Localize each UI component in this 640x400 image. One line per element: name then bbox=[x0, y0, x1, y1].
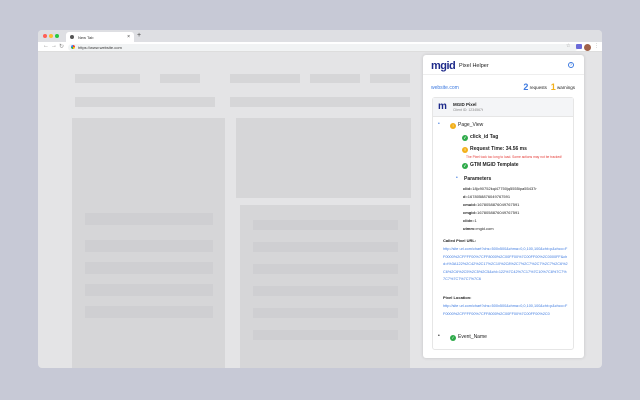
skeleton-block bbox=[160, 74, 200, 83]
pixel-card: m MGID Pixel Client ID: 1234567t • ! Page… bbox=[432, 97, 574, 350]
param-value: 1678058876049767591 bbox=[467, 194, 511, 199]
param-key: clidv bbox=[463, 218, 473, 223]
param-key: cmgid bbox=[463, 210, 475, 215]
skeleton-block bbox=[236, 118, 411, 198]
tab-bar: New Tab × + bbox=[38, 30, 602, 42]
param-key: utmm bbox=[463, 226, 474, 231]
stats: 2 requests 1 warnings bbox=[523, 82, 575, 92]
param-value: 1678058876049767591 bbox=[477, 210, 520, 215]
forward-icon[interactable]: → bbox=[51, 43, 57, 49]
param-value: 1678058876049767591 bbox=[477, 202, 520, 207]
check-label: click_id Tag bbox=[470, 134, 499, 140]
expand-toggle[interactable]: • bbox=[456, 175, 458, 181]
skeleton-block bbox=[253, 242, 398, 252]
check-icon: ✓ bbox=[450, 335, 456, 341]
minimize-window-icon[interactable] bbox=[49, 34, 53, 38]
param-row: cmgid=1678058876049767591 bbox=[463, 210, 520, 215]
check-icon: ✓ bbox=[462, 135, 468, 141]
warning-icon: ! bbox=[450, 123, 456, 129]
requests-label: requests bbox=[529, 85, 547, 90]
param-row: d=1678058876049767591 bbox=[463, 194, 511, 199]
param-row: clidv=1 bbox=[463, 218, 477, 223]
check-label: GTM MGID Template bbox=[470, 162, 519, 168]
expand-toggle[interactable]: • bbox=[438, 121, 440, 127]
pixel-helper-panel: mgid Pixel Helper ? website.com 2 reques… bbox=[423, 55, 584, 358]
skeleton-block bbox=[370, 74, 410, 83]
param-row: utmm=mgid.com bbox=[463, 226, 494, 231]
extension-icon[interactable] bbox=[576, 44, 582, 49]
globe-icon bbox=[70, 35, 74, 39]
called-url-link[interactable]: http://site url.com/chart?chs=500x500&ch… bbox=[443, 246, 568, 284]
skeleton-block bbox=[253, 264, 398, 274]
menu-icon[interactable]: ⋮ bbox=[594, 43, 599, 49]
maximize-window-icon[interactable] bbox=[55, 34, 59, 38]
called-url-label: Called Pixel URL: bbox=[443, 238, 477, 243]
param-value: 18jc90752kqi47750jq5555ipa55437r bbox=[472, 186, 537, 191]
parameters-title: Parameters bbox=[464, 176, 492, 182]
skeleton-block bbox=[230, 74, 300, 83]
mgid-m-icon: m bbox=[438, 101, 447, 112]
skeleton-block bbox=[85, 284, 213, 296]
check-label: Request Time: 34.56 ms bbox=[470, 146, 527, 152]
url-input[interactable]: https://www.website.com bbox=[68, 43, 578, 51]
skeleton-block bbox=[253, 308, 398, 318]
expand-toggle[interactable]: • bbox=[438, 333, 440, 339]
skeleton-block bbox=[85, 240, 213, 252]
skeleton-block bbox=[253, 220, 398, 230]
client-id: Client ID: 1234567t bbox=[453, 108, 483, 112]
param-key: d bbox=[463, 194, 466, 199]
new-tab-button[interactable]: + bbox=[137, 32, 141, 39]
close-window-icon[interactable] bbox=[43, 34, 47, 38]
param-value: 1 bbox=[474, 218, 477, 223]
panel-title: Pixel Helper bbox=[459, 63, 489, 69]
reload-icon[interactable]: ↻ bbox=[59, 43, 64, 50]
warning-icon: ! bbox=[462, 147, 468, 153]
tab-new-tab[interactable]: New Tab × bbox=[66, 32, 134, 42]
skeleton-block bbox=[75, 97, 215, 107]
skeleton-block bbox=[253, 286, 398, 296]
google-icon bbox=[71, 45, 75, 49]
skeleton-block bbox=[230, 97, 410, 107]
param-value: mgid.com bbox=[476, 226, 494, 231]
bookmark-icon[interactable]: ☆ bbox=[566, 43, 570, 49]
skeleton-block bbox=[85, 306, 213, 318]
event-page-view[interactable]: ! Page_View bbox=[450, 122, 483, 129]
check-row: ! Request Time: 34.56 ms bbox=[462, 146, 527, 153]
skeleton-block bbox=[85, 262, 213, 274]
param-key: cmuid bbox=[463, 202, 475, 207]
pixel-location-label: Pixel Location: bbox=[443, 295, 472, 300]
avatar[interactable] bbox=[584, 43, 591, 51]
param-row: cmuid=1678058876049767591 bbox=[463, 202, 520, 207]
warnings-count: 1 bbox=[550, 82, 556, 92]
back-icon[interactable]: ← bbox=[43, 43, 49, 49]
site-link[interactable]: website.com bbox=[431, 85, 459, 91]
close-tab-icon[interactable]: × bbox=[127, 34, 130, 40]
requests-count: 2 bbox=[523, 82, 529, 92]
error-message: The Pixel took too long to load. Some ac… bbox=[466, 155, 563, 159]
skeleton-block bbox=[85, 213, 213, 225]
mgid-logo: mgid bbox=[431, 60, 456, 72]
check-icon: ✓ bbox=[462, 163, 468, 169]
event-event-name[interactable]: ✓ Event_Name bbox=[450, 334, 487, 341]
check-row: ✓ GTM MGID Template bbox=[462, 162, 519, 169]
address-bar-row: ← → ↻ https://www.website.com ☆ ⋮ bbox=[38, 42, 602, 52]
pixel-title: MGID Pixel bbox=[453, 102, 477, 107]
event-name: Page_View bbox=[458, 122, 484, 128]
event-name: Event_Name bbox=[458, 334, 487, 340]
help-icon[interactable]: ? bbox=[568, 62, 574, 68]
pixel-location-link[interactable]: http://site url.com/chart?chs=500x500&ch… bbox=[443, 303, 568, 318]
check-row: ✓ click_id Tag bbox=[462, 134, 498, 141]
skeleton-block bbox=[253, 330, 398, 340]
skeleton-block bbox=[310, 74, 360, 83]
skeleton-block bbox=[75, 74, 140, 83]
param-key: clid bbox=[463, 186, 470, 191]
param-row: clid=18jc90752kqi47750jq5555ipa55437r bbox=[463, 186, 537, 191]
warnings-label: warnings bbox=[556, 85, 575, 90]
tab-title: New Tab bbox=[78, 35, 94, 40]
url-text: https://www.website.com bbox=[78, 45, 122, 50]
